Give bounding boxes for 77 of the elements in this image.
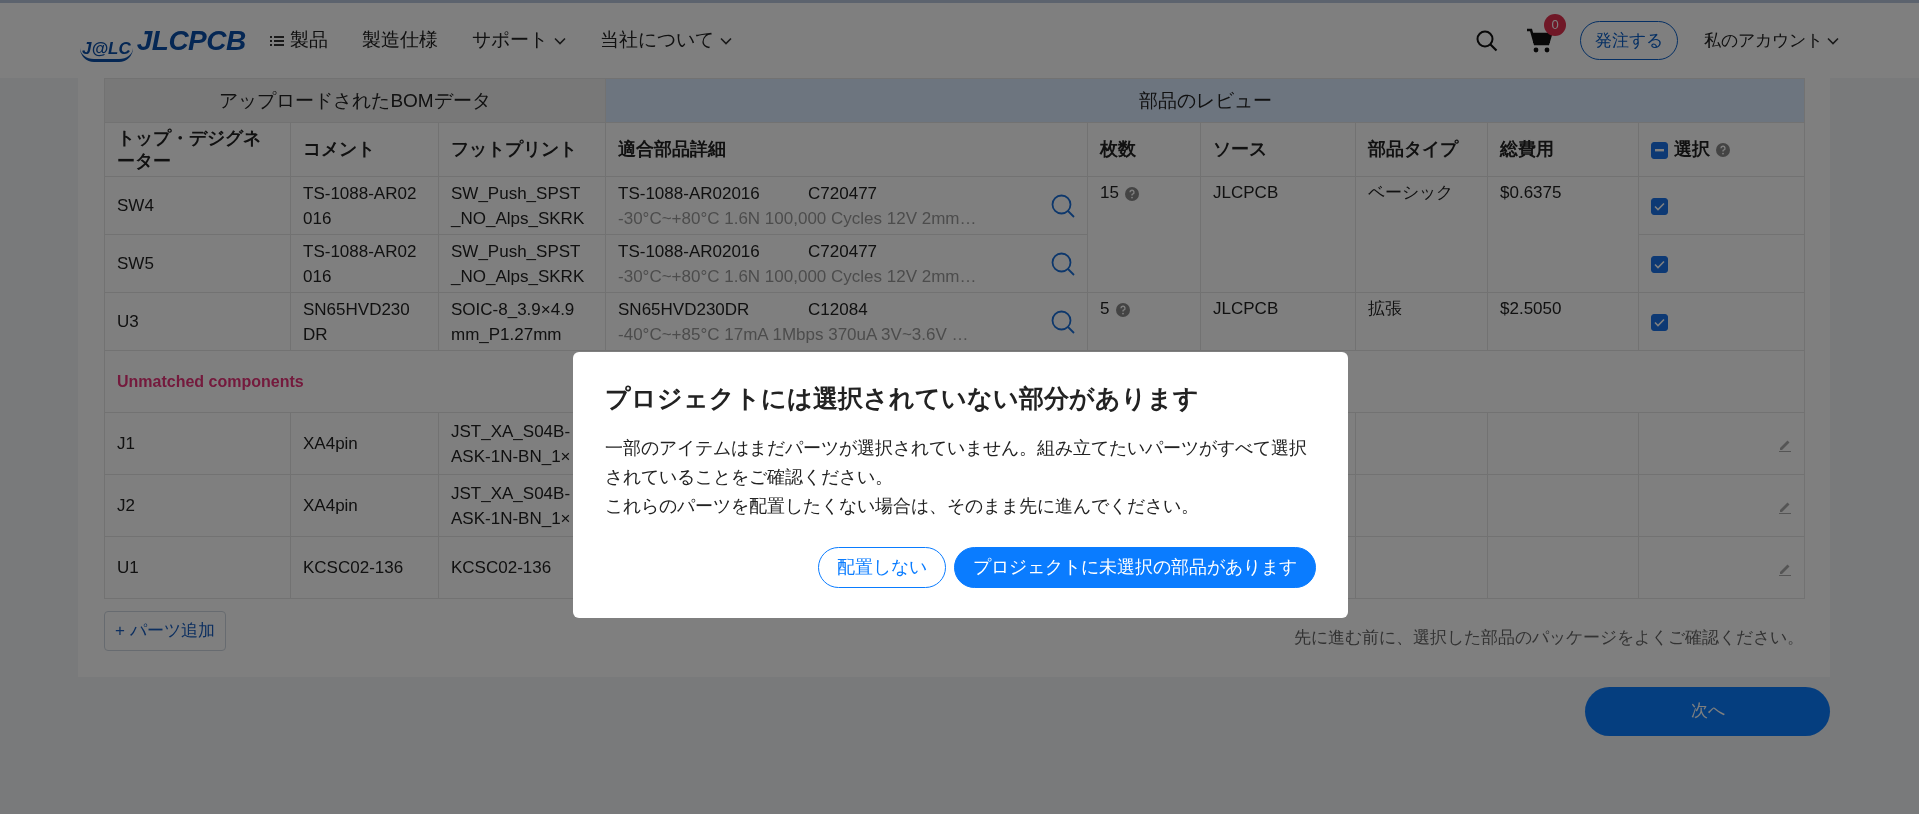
column-header: ソース [1200, 122, 1356, 177]
column-header: フットプリント [438, 122, 606, 177]
select-all-checkbox[interactable] [1651, 141, 1669, 159]
quantity-text: 15 [1100, 183, 1119, 202]
logo-badge[interactable]: J@LC [80, 39, 133, 62]
cart-count-badge: 0 [1544, 13, 1566, 36]
table-cell: J2 [104, 474, 291, 537]
check-icon [1654, 202, 1666, 211]
column-header: 適合部品詳細 [605, 122, 1088, 177]
hint-text: 先に進む前に、選択した部品のパッケージをよくご確認ください。 [1294, 627, 1804, 649]
checkbox[interactable] [1651, 256, 1669, 273]
part-code: C720477 [808, 182, 879, 205]
table-cell: SN65HVD230DR [290, 292, 439, 351]
minus-icon [1655, 148, 1665, 152]
quantity-text: 5 [1100, 299, 1110, 318]
nav-link[interactable]: 当社について [599, 26, 732, 55]
chevron-down-icon [1827, 36, 1839, 45]
check-icon [1654, 260, 1666, 269]
column-header: 枚数 [1087, 122, 1201, 177]
help-icon [1716, 143, 1731, 158]
dialog-text: 一部のアイテムはまだパーツが選択されていません。組み立てたいパーツがすべて選択されていることをご確認ください。 [605, 436, 1308, 489]
table-cell: $2.5050 [1487, 292, 1639, 351]
chevron-down-icon [719, 36, 732, 45]
search-icon[interactable] [1051, 193, 1076, 218]
account-menu[interactable]: 私のアカウント [1704, 27, 1839, 54]
order-button[interactable]: 発注する [1580, 20, 1678, 61]
chevron-down-icon [553, 36, 566, 45]
table-cell: SW_Push_SPST_NO_Alps_SKRK [438, 176, 606, 235]
table-cell: SW_Push_SPST_NO_Alps_SKRK [438, 234, 606, 293]
table-cell: TS-1088-AR02016 [290, 234, 439, 293]
check-icon [1654, 318, 1666, 327]
table-cell: JLCPCB [1200, 292, 1356, 351]
column-header: 総費用 [1487, 122, 1639, 177]
column-header: 選択 [1674, 139, 1711, 159]
table-cell: XA4pin [290, 474, 439, 537]
checkbox[interactable] [1651, 198, 1669, 215]
column-header: トップ・デジグネーター [104, 122, 291, 177]
logo-text[interactable]: JLCPCB [136, 19, 246, 62]
help-icon [1124, 186, 1139, 201]
nav-link[interactable]: サポート [471, 26, 566, 55]
table-cell: SW5 [104, 234, 291, 293]
part-code: C720477 [808, 240, 879, 263]
list-icon [269, 34, 284, 47]
part-number: TS-1088-AR02016 [618, 182, 761, 205]
search-icon[interactable] [1051, 251, 1076, 276]
table-cell: TS-1088-AR02016 [290, 176, 439, 235]
nav-link[interactable]: 製造仕様 [361, 26, 438, 55]
column-header: コメント [290, 122, 439, 177]
group-header: アップロードされたBOMデータ [104, 78, 606, 123]
cancel-button[interactable]: 配置しない [818, 546, 946, 588]
table-cell: J1 [104, 412, 291, 475]
part-number: SN65HVD230DR [618, 298, 751, 321]
table-cell: U3 [104, 292, 291, 351]
table-cell: KCSC02-136 [290, 536, 439, 599]
search-icon[interactable] [1051, 309, 1076, 334]
table-cell: $0.6375 [1487, 176, 1639, 293]
help-icon [1115, 302, 1130, 317]
part-code: C12084 [808, 298, 869, 321]
next-button[interactable]: 次へ [1585, 686, 1830, 736]
search-icon[interactable] [1476, 29, 1498, 52]
table-cell: 拡張 [1355, 292, 1488, 351]
table-cell: ベーシック [1355, 176, 1488, 293]
confirm-button[interactable]: プロジェクトに未選択の部品があります [954, 546, 1316, 588]
table-cell: SW4 [104, 176, 291, 235]
checkbox[interactable] [1651, 314, 1669, 331]
part-number: TS-1088-AR02016 [618, 240, 761, 263]
table-cell: XA4pin [290, 412, 439, 475]
dialog-title: プロジェクトには選択されていない部分があります [605, 383, 1200, 414]
table-cell: JLCPCB [1200, 176, 1356, 293]
table-cell: U1 [104, 536, 291, 599]
section-title: Unmatched components [117, 373, 304, 390]
group-header: 部品のレビュー [605, 78, 1805, 123]
nav-link[interactable]: 製品 [269, 26, 328, 55]
table-cell: SOIC-8_3.9×4.9mm_P1.27mm [438, 292, 606, 351]
add-part-button[interactable]: + パーツ追加 [104, 611, 226, 651]
dialog-text: これらのパーツを配置したくない場合は、そのまま先に進んでください。 [605, 494, 1200, 518]
column-header: 部品タイプ [1355, 122, 1488, 177]
